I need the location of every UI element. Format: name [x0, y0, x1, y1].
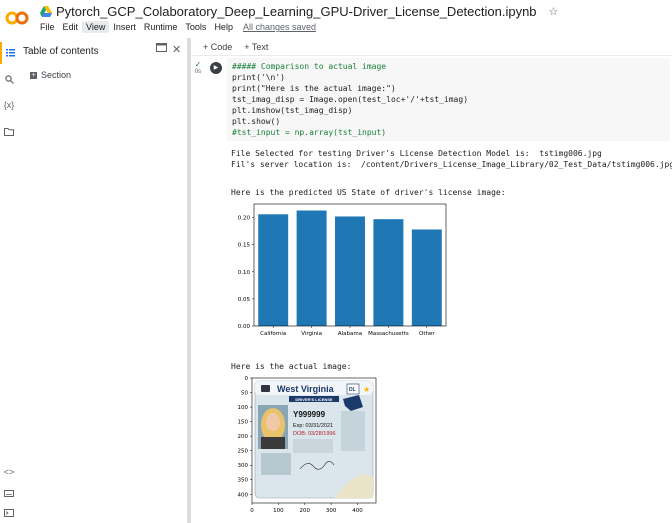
- dl-label: DL: [349, 387, 356, 393]
- colab-window: Pytorch_GCP_Colaboratory_Deep_Learning_G…: [0, 0, 672, 523]
- output-line: File Selected for testing Driver's Licen…: [231, 149, 602, 158]
- bar: [373, 219, 404, 326]
- x-tick-label: 0: [250, 508, 254, 514]
- colab-logo[interactable]: [5, 6, 29, 30]
- add-code-button[interactable]: + Code: [203, 42, 232, 52]
- star-icon: ★: [363, 385, 370, 394]
- x-tick-label: 100: [273, 508, 284, 514]
- y-tick-label: 0.20: [238, 216, 251, 222]
- expand-icon[interactable]: +: [30, 71, 37, 79]
- info-block: [341, 411, 365, 451]
- drive-icon: [40, 5, 52, 17]
- output-line: Here is the actual image:: [231, 362, 352, 371]
- cell-status: ✓ 0s: [191, 56, 205, 146]
- run-cell-button[interactable]: ▶: [210, 62, 222, 74]
- y-tick-label: 150: [238, 420, 249, 426]
- close-icon[interactable]: ✕: [172, 43, 181, 56]
- open-in-tab-icon[interactable]: [156, 43, 167, 55]
- save-status[interactable]: All changes saved: [243, 22, 316, 32]
- code-line: print('\n'): [232, 73, 285, 82]
- menu-tools[interactable]: Tools: [181, 21, 210, 33]
- y-tick-label: 250: [238, 449, 249, 455]
- keyboard-icon[interactable]: [0, 482, 18, 504]
- toc-section-label: Section: [41, 70, 72, 80]
- variables-icon[interactable]: {x}: [0, 94, 18, 116]
- output-line: Fil's server location is: /content/Drive…: [231, 160, 672, 169]
- code-line: #tst_input = np.array(tst_input): [232, 128, 387, 137]
- add-text-button[interactable]: + Text: [244, 42, 268, 52]
- y-tick-label: 200: [238, 434, 249, 440]
- card-number: Y999999: [293, 410, 326, 419]
- card-expiry: Exp: 03/31/2021: [293, 423, 333, 429]
- code-editor[interactable]: ##### Comparison to actual image print('…: [227, 58, 670, 141]
- menu-help[interactable]: Help: [210, 21, 237, 33]
- code-line: ##### Comparison to actual image: [232, 62, 387, 71]
- x-tick-label: 200: [300, 508, 311, 514]
- menu-insert[interactable]: Insert: [109, 21, 140, 33]
- license-image-plot: West Virginia DL ★ DRIVER'S LICENSE Y999999 E…: [238, 376, 377, 514]
- bar: [296, 210, 327, 326]
- left-rail: {x} <>: [0, 38, 18, 523]
- seal-icon: [261, 385, 270, 392]
- y-tick-label: 0.05: [238, 297, 251, 303]
- menu-view[interactable]: View: [82, 21, 110, 33]
- search-icon[interactable]: [0, 68, 18, 90]
- y-tick-label: 50: [241, 391, 248, 397]
- y-tick-label: 300: [238, 463, 249, 469]
- x-tick-label: Alabama: [338, 331, 362, 337]
- toc-section-item[interactable]: + Section: [30, 70, 71, 80]
- x-tick-label: Virginia: [301, 331, 322, 337]
- menu-file[interactable]: File: [36, 21, 59, 33]
- menu-edit[interactable]: Edit: [59, 21, 83, 33]
- y-tick-label: 0.10: [238, 270, 251, 276]
- card-dob: DOB: 03/28/1996: [293, 431, 336, 437]
- menu-runtime[interactable]: Runtime: [140, 21, 182, 33]
- bar: [411, 229, 442, 326]
- x-tick-label: 300: [326, 508, 337, 514]
- exec-time: 0s: [194, 69, 202, 75]
- address-block: [293, 439, 333, 453]
- ghost-photo: [261, 453, 291, 475]
- y-tick-label: 0: [245, 376, 249, 382]
- portrait-face: [266, 413, 280, 431]
- x-tick-label: Massachusetts: [368, 331, 409, 337]
- toc-panel: Table of contents ✕ + Section: [18, 38, 188, 523]
- code-line: plt.show(): [232, 117, 281, 126]
- x-tick-label: California: [260, 331, 286, 337]
- star-icon[interactable]: ☆: [549, 5, 559, 18]
- card-state-name: West Virginia: [277, 384, 335, 394]
- cell-toolbar: + Code + Text: [191, 38, 672, 56]
- notebook-title[interactable]: Pytorch_GCP_Colaboratory_Deep_Learning_G…: [56, 4, 537, 19]
- terminal-icon[interactable]: [0, 502, 18, 523]
- title-row: Pytorch_GCP_Colaboratory_Deep_Learning_G…: [40, 3, 558, 19]
- card-subtitle: DRIVER'S LICENSE: [295, 397, 333, 402]
- folder-icon[interactable]: [0, 121, 18, 143]
- code-line: tst_imag_disp = Image.open(test_loc+'/'+…: [232, 95, 469, 104]
- toc-title: Table of contents: [23, 46, 99, 57]
- code-icon[interactable]: <>: [0, 461, 18, 483]
- bar: [335, 216, 365, 326]
- y-tick-label: 400: [238, 492, 249, 498]
- y-tick-label: 0.00: [238, 324, 251, 330]
- bar: [258, 214, 289, 326]
- code-line: print("Here is the actual image:"): [232, 84, 396, 93]
- y-tick-label: 350: [238, 478, 249, 484]
- x-tick-label: 400: [352, 508, 363, 514]
- portrait-body: [261, 437, 285, 449]
- check-icon: ✓: [194, 60, 202, 69]
- license-card: West Virginia DL ★ DRIVER'S LICENSE Y999999 E…: [254, 380, 374, 499]
- x-tick-label: Other: [419, 331, 435, 337]
- y-tick-label: 0.15: [238, 243, 251, 249]
- toc-icon[interactable]: [0, 42, 18, 64]
- output-line: Here is the predicted US State of driver…: [231, 188, 506, 197]
- y-tick-label: 100: [238, 405, 249, 411]
- code-line: plt.imshow(tst_imag_disp): [232, 106, 353, 115]
- menu-bar: File Edit View Insert Runtime Tools Help…: [36, 19, 316, 35]
- prediction-bar-chart: California Virginia Alabama Massachusetts Ot…: [238, 203, 447, 337]
